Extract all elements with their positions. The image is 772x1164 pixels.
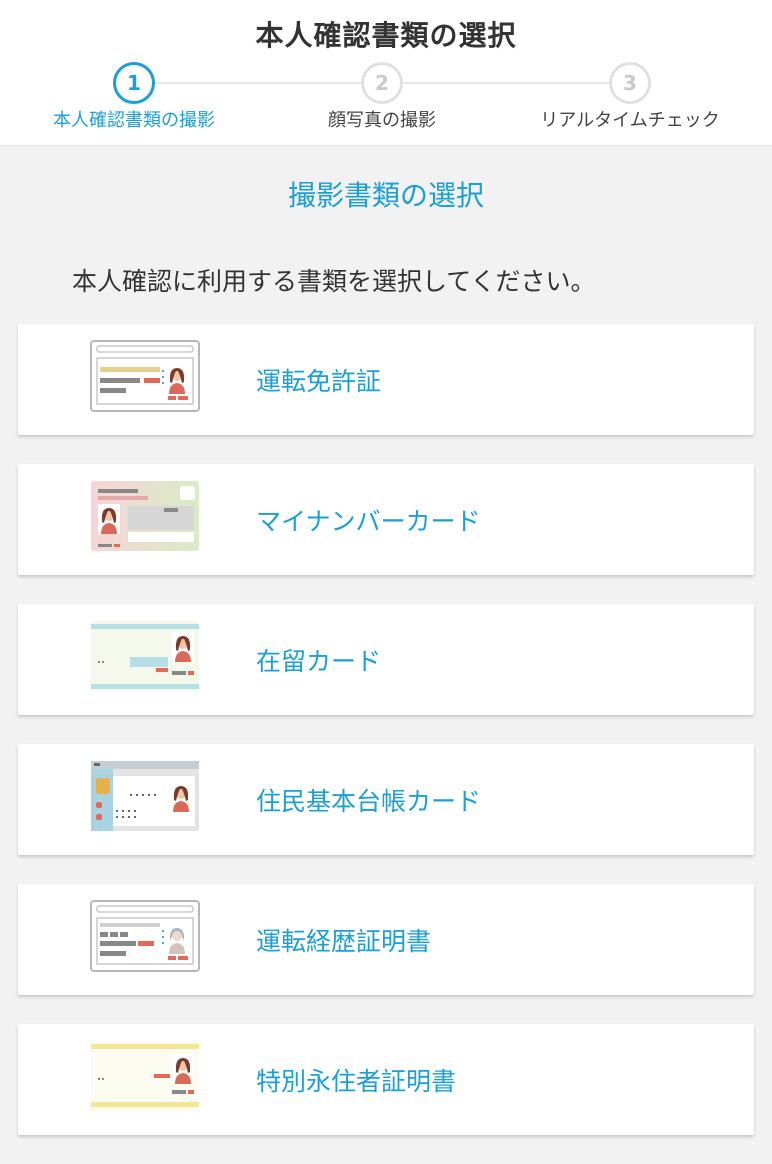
document-label: 運転経歴証明書 [256,927,432,956]
document-option-driving-history-certificate[interactable]: 運転経歴証明書 [18,884,754,995]
residence-card-icon [91,621,199,691]
step-3: 3 リアルタイムチェック [510,62,750,132]
page-title: 本人確認書類の選択 [255,19,517,52]
instruction-text: 本人確認に利用する書類を選択してください。 [72,267,596,296]
step-1-number: 1 [113,62,155,104]
header: 本人確認書類の選択 1 本人確認書類の撮影 2 顔写真の撮影 3 リアルタイムチ… [0,0,772,146]
drivers-license-icon [90,340,200,412]
section-title: 撮影書類の選択 [287,179,484,212]
resident-registry-card-icon [91,761,199,831]
step-2-label: 顔写真の撮影 [328,110,436,131]
document-label: 運転免許証 [256,367,382,396]
step-1-label: 本人確認書類の撮影 [53,110,215,131]
document-label: 在留カード [256,647,382,676]
my-number-card-icon [91,481,199,551]
document-option-drivers-license[interactable]: 運転免許証 [18,324,754,435]
document-list: 運転免許証 マイナンバーカード 在留カード 住民基本台帳カード 運転経歴証明書 … [18,324,754,1164]
document-label: マイナンバーカード [256,507,481,536]
step-3-number: 3 [609,62,651,104]
step-3-label: リアルタイムチェック [540,110,720,131]
step-2-number: 2 [361,62,403,104]
step-2: 2 顔写真の撮影 [262,62,502,132]
document-option-special-permanent-resident-certificate[interactable]: 特別永住者証明書 [18,1024,754,1135]
step-1: 1 本人確認書類の撮影 [14,62,254,132]
document-label: 特別永住者証明書 [256,1067,457,1096]
document-label: 住民基本台帳カード [256,787,482,816]
special-permanent-resident-certificate-icon [91,1041,199,1111]
document-option-resident-registry-card[interactable]: 住民基本台帳カード [18,744,754,855]
driving-history-certificate-icon [90,900,200,972]
document-option-my-number-card[interactable]: マイナンバーカード [18,464,754,575]
document-option-residence-card[interactable]: 在留カード [18,604,754,715]
